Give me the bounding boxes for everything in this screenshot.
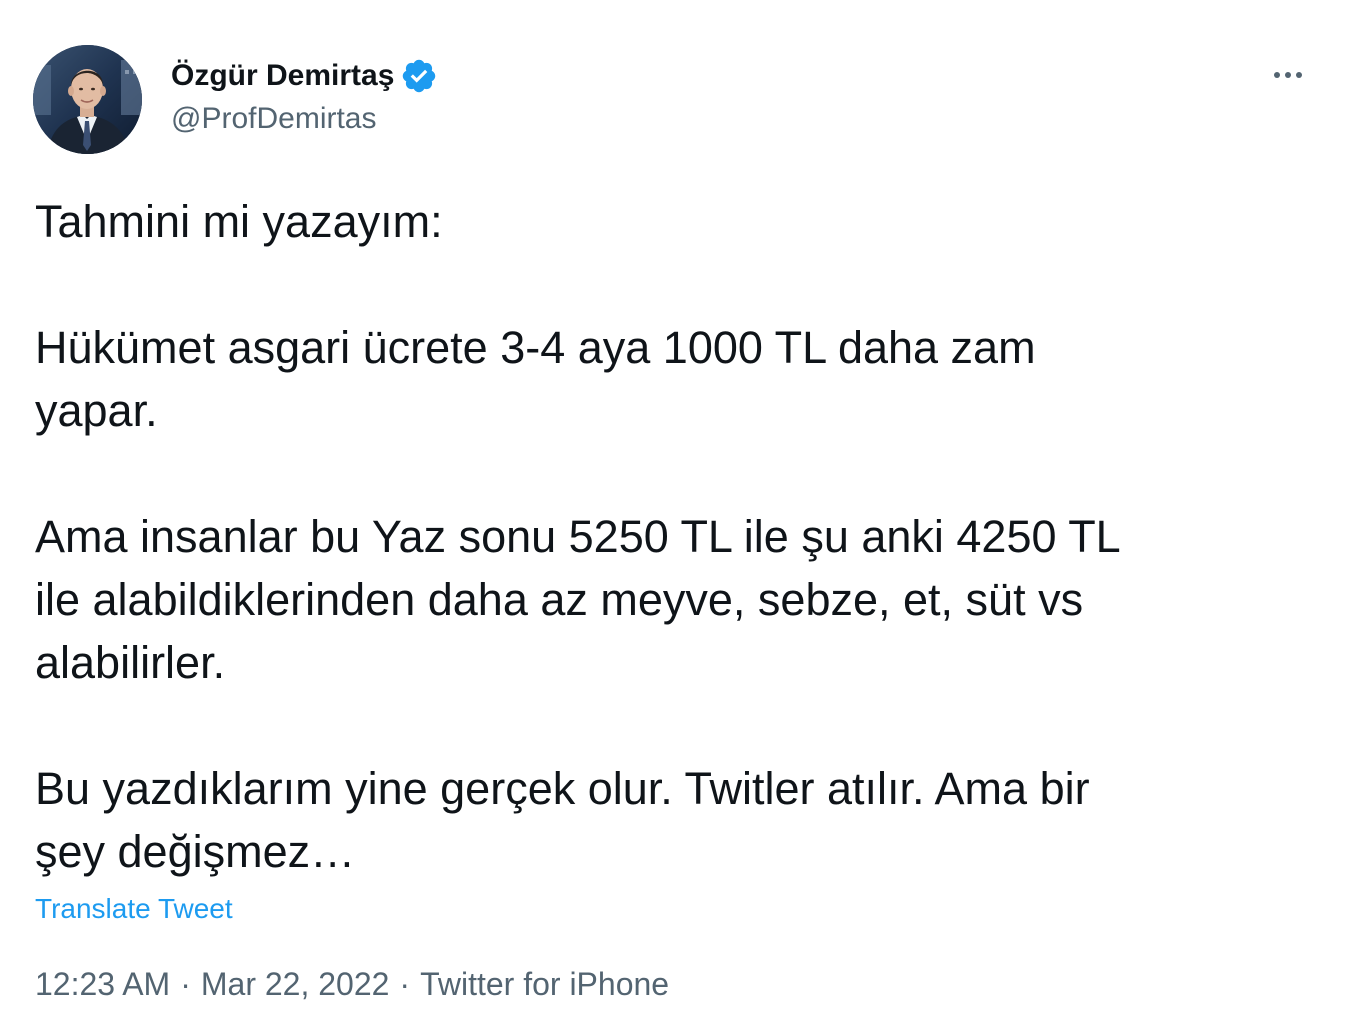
tweet-time[interactable]: 12:23 AM (35, 966, 170, 1003)
tweet-source[interactable]: Twitter for iPhone (420, 966, 669, 1003)
more-dot (1296, 72, 1302, 78)
tweet-text: Tahmini mi yazayım: Hükümet asgari ücret… (35, 196, 1121, 877)
display-name[interactable]: Özgür Demirtaş (171, 59, 394, 93)
more-dot (1285, 72, 1291, 78)
translate-tweet-link[interactable]: Translate Tweet (35, 893, 233, 925)
more-icon[interactable] (1266, 60, 1310, 90)
meta-separator: · (180, 966, 191, 1002)
more-dot (1274, 72, 1280, 78)
author-name-row: Özgür Demirtaş (171, 56, 438, 96)
verified-badge-icon (400, 57, 438, 95)
tweet-date[interactable]: Mar 22, 2022 (201, 966, 390, 1003)
avatar[interactable] (33, 45, 142, 154)
tweet: Özgür Demirtaş @ProfDemirtas Tahmini mi … (0, 0, 1345, 1017)
author-handle[interactable]: @ProfDemirtas (171, 102, 377, 136)
tweet-meta: 12:23 AM · Mar 22, 2022 · Twitter for iP… (35, 966, 669, 1003)
meta-separator: · (399, 966, 411, 1002)
avatar-image (33, 45, 142, 154)
